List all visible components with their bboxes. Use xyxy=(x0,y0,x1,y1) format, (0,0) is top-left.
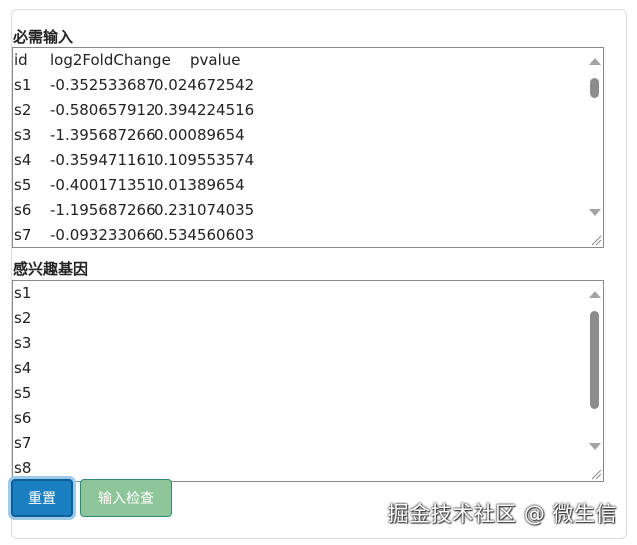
resize-handle-icon[interactable] xyxy=(588,466,602,480)
list-item: s3 xyxy=(14,334,32,352)
cell-log2fc: -0.580657912 xyxy=(50,101,156,119)
required-input-textarea[interactable]: id log2FoldChange pvalue s1 -0.352533687… xyxy=(12,47,604,248)
cell-pvalue: 0.231074035 xyxy=(154,201,255,219)
table-row: id log2FoldChange pvalue xyxy=(14,48,583,73)
table-row: s5 -0.400171351 0.01389654 xyxy=(14,173,583,198)
scroll-thumb[interactable] xyxy=(590,311,599,409)
cell-id: s1 xyxy=(14,76,32,94)
scroll-thumb[interactable] xyxy=(590,78,599,98)
table-row: s7 -0.093233066 0.534560603 xyxy=(14,223,583,247)
scroll-up-arrow-icon[interactable] xyxy=(589,291,601,298)
cell-pvalue: pvalue xyxy=(190,51,241,69)
required-input-scrollbar[interactable] xyxy=(586,48,603,247)
genes-scrollbar[interactable] xyxy=(586,281,603,481)
required-input-lines: id log2FoldChange pvalue s1 -0.352533687… xyxy=(14,48,583,247)
watermark-text: 掘金技术社区 @ 微生信 xyxy=(387,502,617,526)
input-check-button[interactable]: 输入检查 xyxy=(80,479,172,517)
cell-pvalue: 0.024672542 xyxy=(154,76,255,94)
table-row: s3 -1.395687266 0.00089654 xyxy=(14,123,583,148)
cell-id: s7 xyxy=(14,226,32,244)
cell-id: id xyxy=(14,51,28,69)
table-row: s2 -0.580657912 0.394224516 xyxy=(14,98,583,123)
table-row: s4 -0.359471161 0.109553574 xyxy=(14,148,583,173)
cell-pvalue: 0.394224516 xyxy=(154,101,255,119)
table-row: s1 -0.352533687 0.024672542 xyxy=(14,73,583,98)
cell-pvalue: 0.01389654 xyxy=(154,176,245,194)
list-item: s2 xyxy=(14,309,32,327)
scroll-down-arrow-icon[interactable] xyxy=(589,443,601,450)
genes-lines: s1 s2 s3 s4 s5 s6 s7 s8 xyxy=(14,281,583,481)
cell-pvalue: 0.00089654 xyxy=(154,126,245,144)
cell-id: s3 xyxy=(14,126,32,144)
list-item: s5 xyxy=(14,384,32,402)
cell-id: s4 xyxy=(14,151,32,169)
list-item: s4 xyxy=(14,359,32,377)
scroll-up-arrow-icon[interactable] xyxy=(589,58,601,65)
cell-log2fc: log2FoldChange xyxy=(50,51,171,69)
list-item: s1 xyxy=(14,284,32,302)
cell-log2fc: -1.395687266 xyxy=(50,126,156,144)
list-item: s6 xyxy=(14,409,32,427)
cell-log2fc: -1.195687266 xyxy=(50,201,156,219)
genes-of-interest-label: 感兴趣基因 xyxy=(13,260,89,278)
cell-log2fc: -0.352533687 xyxy=(50,76,156,94)
cell-id: s6 xyxy=(14,201,32,219)
cell-id: s2 xyxy=(14,101,32,119)
cell-log2fc: -0.400171351 xyxy=(50,176,156,194)
cell-pvalue: 0.109553574 xyxy=(154,151,255,169)
cell-pvalue: 0.534560603 xyxy=(154,226,255,244)
genes-of-interest-textarea[interactable]: s1 s2 s3 s4 s5 s6 s7 s8 xyxy=(12,280,604,482)
resize-handle-icon[interactable] xyxy=(588,232,602,246)
required-input-label: 必需输入 xyxy=(13,28,74,46)
cell-log2fc: -0.359471161 xyxy=(50,151,156,169)
list-item: s7 xyxy=(14,434,32,452)
list-item: s8 xyxy=(14,459,32,477)
cell-id: s5 xyxy=(14,176,32,194)
scroll-down-arrow-icon[interactable] xyxy=(589,209,601,216)
table-row: s6 -1.195687266 0.231074035 xyxy=(14,198,583,223)
cell-log2fc: -0.093233066 xyxy=(50,226,156,244)
reset-button[interactable]: 重置 xyxy=(11,479,73,517)
